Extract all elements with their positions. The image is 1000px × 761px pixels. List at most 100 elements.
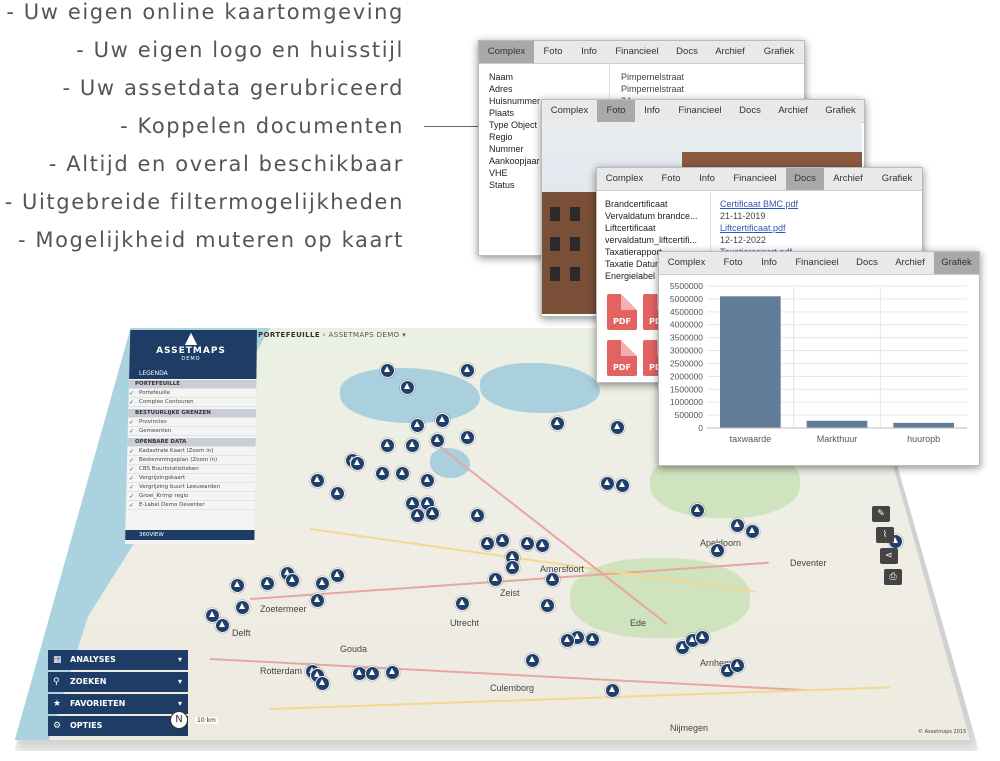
asset-marker-icon[interactable] (315, 576, 330, 591)
layer-item[interactable]: E-Label Demo Deventer (125, 501, 257, 510)
asset-marker-icon[interactable] (455, 596, 470, 611)
asset-marker-icon[interactable] (730, 518, 745, 533)
tab-foto[interactable]: Foto (534, 41, 572, 63)
asset-marker-icon[interactable] (285, 573, 300, 588)
asset-marker-icon[interactable] (545, 572, 560, 587)
tab-archief[interactable]: Archief (706, 41, 754, 63)
asset-marker-icon[interactable] (730, 658, 745, 673)
layer-item[interactable]: Gemeenten (125, 427, 257, 436)
asset-marker-icon[interactable] (385, 665, 400, 680)
asset-marker-icon[interactable] (430, 433, 445, 448)
tab-docs[interactable]: Docs (848, 252, 886, 274)
asset-marker-icon[interactable] (375, 466, 390, 481)
asset-marker-icon[interactable] (330, 568, 345, 583)
asset-marker-icon[interactable] (410, 508, 425, 523)
tab-foto[interactable]: Foto (597, 100, 635, 122)
tab-archief[interactable]: Archief (824, 168, 872, 190)
tab-archief[interactable]: Archief (886, 252, 934, 274)
tab-complex[interactable]: Complex (542, 100, 597, 122)
asset-marker-icon[interactable] (460, 363, 475, 378)
tab-info[interactable]: Info (690, 168, 724, 190)
asset-marker-icon[interactable] (695, 630, 710, 645)
layer-item[interactable]: Kadastrale Kaart (Zoom in) (125, 447, 257, 456)
asset-marker-icon[interactable] (350, 456, 365, 471)
tab-financieel[interactable]: Financieel (606, 41, 668, 63)
menu-analyses-button[interactable]: ▦ ANALYSES ▾ (48, 650, 188, 670)
asset-marker-icon[interactable] (235, 600, 250, 615)
tab-docs[interactable]: Docs (668, 41, 706, 63)
tab-financieel[interactable]: Financieel (669, 100, 731, 122)
share-icon[interactable]: ⋖ (880, 548, 898, 564)
tab-info[interactable]: Info (572, 41, 606, 63)
tab-archief[interactable]: Archief (769, 100, 817, 122)
document-link[interactable]: Liftcertificaat.pdf (720, 223, 786, 233)
tab-grafiek[interactable]: Grafiek (817, 100, 864, 122)
asset-marker-icon[interactable] (585, 632, 600, 647)
menu-opties-button[interactable]: ⚙ OPTIES ▾ (48, 716, 188, 736)
pencil-icon[interactable]: ✎ (872, 506, 890, 522)
view360-header[interactable]: 360VIEW (125, 530, 257, 540)
asset-marker-icon[interactable] (535, 538, 550, 553)
north-compass-icon[interactable]: N (170, 711, 188, 729)
layer-item[interactable]: Complex Contouren (125, 398, 257, 407)
asset-marker-icon[interactable] (690, 503, 705, 518)
asset-marker-icon[interactable] (615, 478, 630, 493)
layer-item[interactable]: Portefeuille (125, 389, 257, 398)
asset-marker-icon[interactable] (480, 536, 495, 551)
asset-marker-icon[interactable] (310, 593, 325, 608)
asset-marker-icon[interactable] (215, 618, 230, 633)
breadcrumb-item[interactable]: ASSETMAPS DEMO (329, 331, 400, 339)
tab-docs[interactable]: Docs (731, 100, 769, 122)
tab-docs[interactable]: Docs (786, 168, 824, 190)
asset-marker-icon[interactable] (525, 653, 540, 668)
asset-marker-icon[interactable] (520, 536, 535, 551)
asset-marker-icon[interactable] (745, 524, 760, 539)
layer-item[interactable]: Provincies (125, 418, 257, 427)
asset-marker-icon[interactable] (425, 506, 440, 521)
layer-item[interactable]: Vergrijzingskaart (125, 474, 257, 483)
asset-marker-icon[interactable] (410, 418, 425, 433)
asset-marker-icon[interactable] (380, 438, 395, 453)
asset-marker-icon[interactable] (400, 380, 415, 395)
asset-marker-icon[interactable] (405, 438, 420, 453)
layer-item[interactable]: Bestemmingsplan (Zoom in) (125, 456, 257, 465)
asset-marker-icon[interactable] (488, 572, 503, 587)
tab-financieel[interactable]: Financieel (786, 252, 848, 274)
tab-grafiek[interactable]: Grafiek (754, 41, 804, 63)
asset-marker-icon[interactable] (600, 476, 615, 491)
tab-info[interactable]: Info (752, 252, 786, 274)
layer-item[interactable]: CBS Buurtstatistieken (125, 465, 257, 474)
menu-favorieten-button[interactable]: ★ FAVORIETEN ▾ (48, 694, 188, 714)
asset-marker-icon[interactable] (495, 533, 510, 548)
asset-marker-icon[interactable] (230, 578, 245, 593)
tab-financieel[interactable]: Financieel (724, 168, 786, 190)
tab-grafiek[interactable]: Grafiek (934, 252, 979, 274)
tab-foto[interactable]: Foto (652, 168, 690, 190)
tab-complex[interactable]: Complex (597, 168, 652, 190)
asset-marker-icon[interactable] (470, 508, 485, 523)
section-header[interactable]: PORTEFEUILLE (125, 380, 257, 389)
tab-grafiek[interactable]: Grafiek (872, 168, 922, 190)
asset-marker-icon[interactable] (550, 416, 565, 431)
asset-marker-icon[interactable] (710, 543, 725, 558)
asset-marker-icon[interactable] (435, 413, 450, 428)
legend-header[interactable]: LEGENDA (125, 368, 257, 379)
asset-marker-icon[interactable] (460, 430, 475, 445)
document-link[interactable]: Certificaat BMC.pdf (720, 199, 798, 209)
paperclip-icon[interactable]: ⌇ (876, 527, 894, 543)
asset-marker-icon[interactable] (540, 598, 555, 613)
asset-marker-icon[interactable] (260, 576, 275, 591)
asset-marker-icon[interactable] (605, 683, 620, 698)
layer-item[interactable]: Vergrijzing buurt Leeuwarden (125, 483, 257, 492)
asset-marker-icon[interactable] (395, 466, 410, 481)
asset-marker-icon[interactable] (560, 633, 575, 648)
tab-complex[interactable]: Complex (659, 252, 714, 274)
asset-marker-icon[interactable] (380, 363, 395, 378)
asset-marker-icon[interactable] (505, 560, 520, 575)
pdf-file-icon[interactable]: PDF (607, 340, 637, 376)
asset-marker-icon[interactable] (610, 420, 625, 435)
asset-marker-icon[interactable] (315, 676, 330, 691)
asset-marker-icon[interactable] (420, 473, 435, 488)
section-header[interactable]: OPENBARE DATA (125, 438, 257, 447)
pdf-file-icon[interactable]: PDF (607, 294, 637, 330)
